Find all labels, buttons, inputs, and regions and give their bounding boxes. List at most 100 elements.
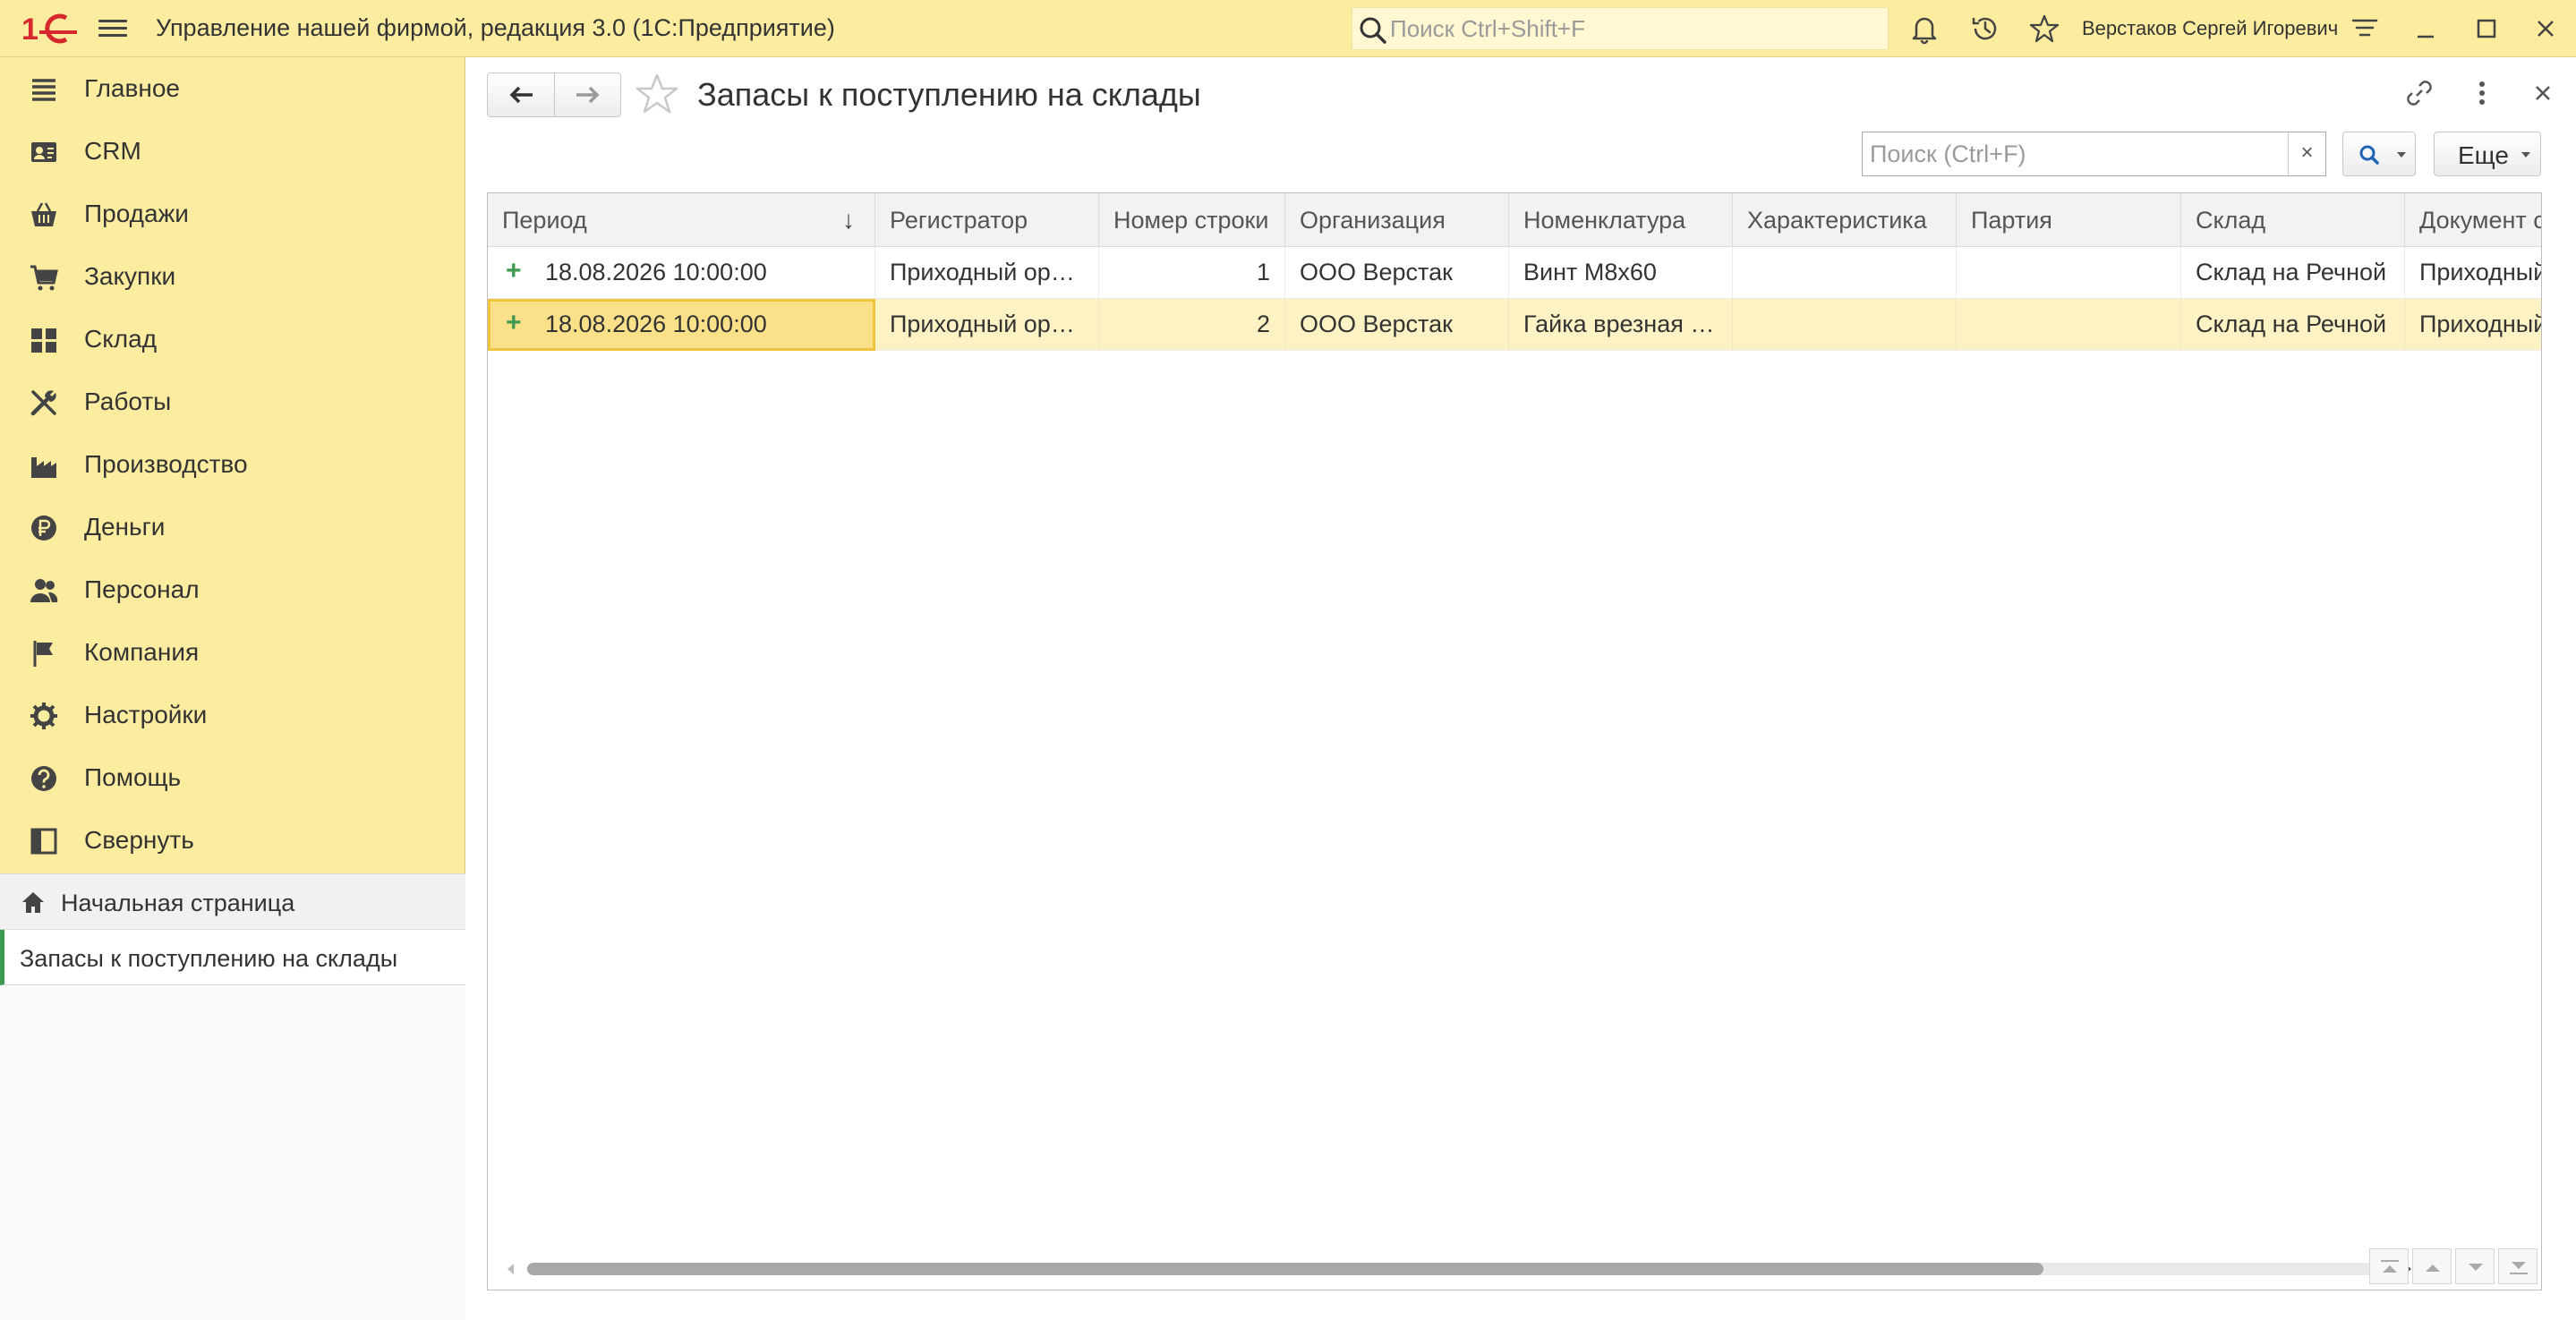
minimize-icon[interactable]	[2410, 13, 2442, 45]
svg-text:1: 1	[21, 13, 38, 47]
sidebar-item-warehouse[interactable]: Склад	[0, 308, 465, 370]
factory-icon	[31, 457, 56, 478]
help-icon	[31, 766, 56, 791]
cell-period[interactable]: + 18.08.2026 10:00:00	[488, 299, 875, 351]
column-header-line-number[interactable]: Номер строки	[1099, 193, 1285, 247]
navigation-buttons	[487, 72, 621, 117]
table-row-selected[interactable]: + 18.08.2026 10:00:00 Приходный ор… 2 ОО…	[488, 299, 2541, 351]
list-search-input[interactable]	[1870, 138, 2264, 170]
search-options-button[interactable]	[2342, 132, 2416, 176]
table-row[interactable]: + 18.08.2026 10:00:00 Приходный ор… 1 ОО…	[488, 247, 2541, 299]
cell-organization[interactable]: ООО Верстак	[1285, 299, 1509, 351]
link-icon[interactable]	[2401, 75, 2437, 111]
column-header-nomenclature[interactable]: Номенклатура	[1509, 193, 1733, 247]
column-header-document[interactable]: Документ с	[2405, 193, 2541, 247]
cell-registrator[interactable]: Приходный ор…	[875, 247, 1099, 299]
cell-line-number[interactable]: 1	[1099, 247, 1285, 299]
maximize-icon[interactable]	[2470, 13, 2503, 45]
clear-search-button[interactable]: ×	[2288, 132, 2325, 175]
sidebar-item-personnel[interactable]: Персонал	[0, 558, 465, 621]
sidebar-item-help[interactable]: Помощь	[0, 746, 465, 809]
collapse-panel-icon	[30, 828, 57, 855]
cell-characteristic[interactable]	[1733, 247, 1957, 299]
contact-card-icon	[31, 142, 56, 162]
scroll-left-icon[interactable]	[508, 1264, 514, 1274]
cell-warehouse[interactable]: Склад на Речной	[2181, 247, 2405, 299]
column-header-batch[interactable]: Партия	[1957, 193, 2181, 247]
people-icon	[30, 579, 58, 602]
records-table[interactable]: Период ↓ Регистратор Номер строки Органи…	[487, 192, 2542, 1290]
cell-line-number[interactable]: 2	[1099, 299, 1285, 351]
cell-nomenclature[interactable]: Винт М8х60	[1509, 247, 1733, 299]
sidebar-item-works[interactable]: Работы	[0, 370, 465, 433]
sidebar-item-money[interactable]: Деньги	[0, 496, 465, 558]
ruble-coin-icon	[31, 515, 56, 541]
1c-logo-icon[interactable]: 1	[21, 11, 79, 47]
more-actions-icon[interactable]	[2464, 75, 2500, 111]
cell-document[interactable]: Приходный	[2405, 299, 2541, 351]
forward-button[interactable]	[554, 73, 620, 116]
main-menu-icon[interactable]	[97, 15, 129, 42]
column-header-warehouse[interactable]: Склад	[2181, 193, 2405, 247]
settings-lines-icon[interactable]	[2349, 13, 2381, 45]
global-search-input[interactable]	[1390, 13, 1873, 44]
cell-batch[interactable]	[1957, 247, 2181, 299]
sidebar-item-production[interactable]: Производство	[0, 433, 465, 496]
cell-document[interactable]: Приходный	[2405, 247, 2541, 299]
horizontal-scrollbar[interactable]	[502, 1257, 2489, 1279]
back-button[interactable]	[488, 73, 554, 116]
open-window-home[interactable]: Начальная страница	[0, 874, 465, 930]
app-title: Управление нашей фирмой, редакция 3.0 (1…	[156, 14, 835, 41]
cell-nomenclature[interactable]: Гайка врезная …	[1509, 299, 1733, 351]
column-header-period[interactable]: Период ↓	[488, 193, 875, 247]
column-header-characteristic[interactable]: Характеристика	[1733, 193, 1957, 247]
form-area: Запасы к поступлению на склады × Еще Пер…	[466, 57, 2576, 1320]
list-icon	[32, 79, 55, 101]
cell-warehouse[interactable]: Склад на Речной	[2181, 299, 2405, 351]
more-button[interactable]: Еще	[2434, 132, 2541, 176]
cell-period[interactable]: + 18.08.2026 10:00:00	[488, 247, 875, 299]
sidebar-item-sales[interactable]: Продажи	[0, 183, 465, 245]
plus-movement-icon: +	[506, 308, 522, 337]
scroll-to-last-button[interactable]	[2498, 1248, 2538, 1284]
gear-icon	[30, 703, 57, 729]
open-windows-panel: Начальная страница Запасы к поступлению …	[0, 873, 465, 1320]
chevron-down-icon	[2397, 152, 2406, 158]
sidebar-item-purchases[interactable]: Закупки	[0, 245, 465, 308]
home-icon	[22, 892, 44, 913]
close-window-icon[interactable]	[2529, 13, 2562, 45]
cell-registrator[interactable]: Приходный ор…	[875, 299, 1099, 351]
sidebar-collapse-button[interactable]: Свернуть	[0, 809, 465, 872]
close-form-icon[interactable]	[2525, 75, 2561, 111]
favorites-star-icon[interactable]	[2028, 13, 2060, 45]
chevron-down-icon	[2521, 152, 2530, 158]
sidebar-item-crm[interactable]: CRM	[0, 120, 465, 183]
scrollbar-thumb[interactable]	[527, 1263, 2043, 1275]
open-window-current[interactable]: Запасы к поступлению на склады	[0, 930, 465, 985]
cell-characteristic[interactable]	[1733, 299, 1957, 351]
cell-batch[interactable]	[1957, 299, 2181, 351]
user-name[interactable]: Верстаков Сергей Игоревич	[2082, 17, 2338, 40]
scroll-page-up-button[interactable]	[2412, 1248, 2452, 1284]
list-search-field[interactable]: ×	[1862, 132, 2326, 176]
arrow-right-icon	[576, 86, 600, 104]
column-header-organization[interactable]: Организация	[1285, 193, 1509, 247]
history-icon[interactable]	[1969, 13, 2001, 45]
global-search[interactable]	[1352, 7, 1889, 50]
sidebar-item-settings[interactable]: Настройки	[0, 684, 465, 746]
cart-icon	[30, 265, 58, 291]
bell-icon[interactable]	[1908, 13, 1941, 45]
search-icon	[1360, 17, 1386, 44]
sidebar-item-company[interactable]: Компания	[0, 621, 465, 684]
add-to-favorites-star-icon[interactable]	[635, 72, 679, 116]
first-page-icon	[2381, 1260, 2399, 1273]
page-up-icon	[2426, 1265, 2440, 1272]
column-header-registrator[interactable]: Регистратор	[875, 193, 1099, 247]
tools-icon	[30, 390, 56, 416]
cell-organization[interactable]: ООО Верстак	[1285, 247, 1509, 299]
table-header: Период ↓ Регистратор Номер строки Органи…	[488, 193, 2541, 247]
scroll-to-first-button[interactable]	[2369, 1248, 2409, 1284]
scroll-page-down-button[interactable]	[2455, 1248, 2495, 1284]
basket-icon	[31, 202, 56, 226]
sidebar-item-main[interactable]: Главное	[0, 57, 465, 120]
